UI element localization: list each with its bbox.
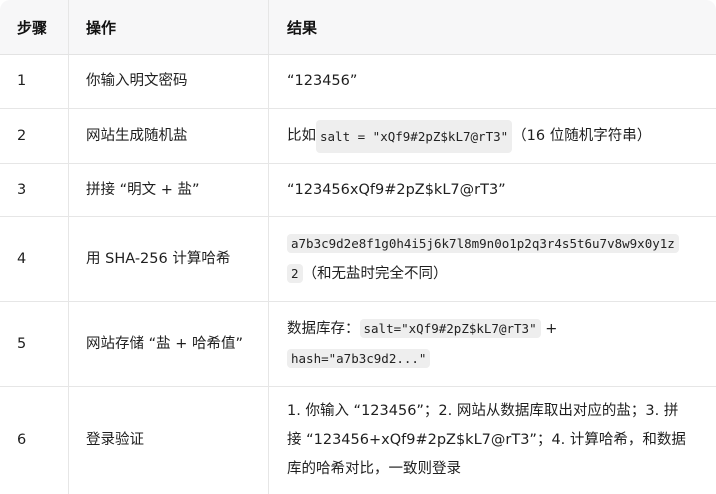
result-line: 接 “123456+xQf9#2pZ$kL7@rT3”；4. 计算哈希，和数据 [287,432,686,448]
result-cell: 1. 你输入 “123456”；2. 网站从数据库取出对应的盐；3. 拼 接 “… [268,387,716,494]
step-number: 4 [17,250,27,267]
result-line: 库的哈希对比，一致则登录 [287,461,461,477]
table-row: 2 网站生成随机盐 比如 salt = "xQf9#2pZ$kL7@rT3" （… [0,109,716,164]
salt-code: salt="xQf9#2pZ$kL7@rT3" [359,319,541,338]
result-cell: 比如 salt = "xQf9#2pZ$kL7@rT3" （16 位随机字符串） [268,109,716,163]
action-text: 拼接 “明文 + 盐” [68,164,268,216]
result-prefix: 比如 [287,127,316,144]
plus-sign: + [540,321,558,337]
header-action: 操作 [68,0,268,54]
header-result: 结果 [268,0,716,54]
result-suffix: （16 位随机字符串） [512,127,652,144]
salt-code: salt = "xQf9#2pZ$kL7@rT3" [316,119,513,153]
hash-code-line2: 2 [287,264,303,283]
table-row: 4 用 SHA-256 计算哈希 a7b3c9d2e8f1g0h4i5j6k7l… [0,217,716,302]
table-row: 3 拼接 “明文 + 盐” “123456xQf9#2pZ$kL7@rT3” [0,164,716,217]
header-step: 步骤 [17,18,48,37]
step-number: 3 [17,181,27,198]
result-prefix: 数据库存： [287,321,360,337]
hash-code: hash="a7b3c9d2..." [287,349,431,368]
table-header: 步骤 操作 结果 [0,0,716,55]
action-text: 你输入明文密码 [68,55,268,108]
action-text: 网站生成随机盐 [68,109,268,163]
result-line: 1. 你输入 “123456”；2. 网站从数据库取出对应的盐；3. 拼 [287,403,679,419]
result-text: “123456” [268,55,716,108]
action-text: 登录验证 [68,387,268,494]
table-row: 5 网站存储 “盐 + 哈希值” 数据库存： salt="xQf9#2pZ$kL7… [0,302,716,387]
action-text: 网站存储 “盐 + 哈希值” [68,302,268,386]
result-cell: a7b3c9d2e8f1g0h4i5j6k7l8m9n0o1p2q3r4s5t6… [268,217,716,301]
action-text: 用 SHA-256 计算哈希 [68,217,268,301]
step-number: 5 [17,335,27,352]
result-suffix: （和无盐时完全不同） [302,266,448,282]
table-row: 1 你输入明文密码 “123456” [0,55,716,109]
table-row: 6 登录验证 1. 你输入 “123456”；2. 网站从数据库取出对应的盐；3… [0,387,716,494]
step-number: 2 [17,127,27,144]
step-number: 1 [17,73,27,89]
step-number: 6 [17,432,27,448]
hash-code-line1: a7b3c9d2e8f1g0h4i5j6k7l8m9n0o1p2q3r4s5t6… [287,234,679,253]
result-text: “123456xQf9#2pZ$kL7@rT3” [268,164,716,216]
result-cell: 数据库存： salt="xQf9#2pZ$kL7@rT3" + hash="a7b… [268,302,716,386]
